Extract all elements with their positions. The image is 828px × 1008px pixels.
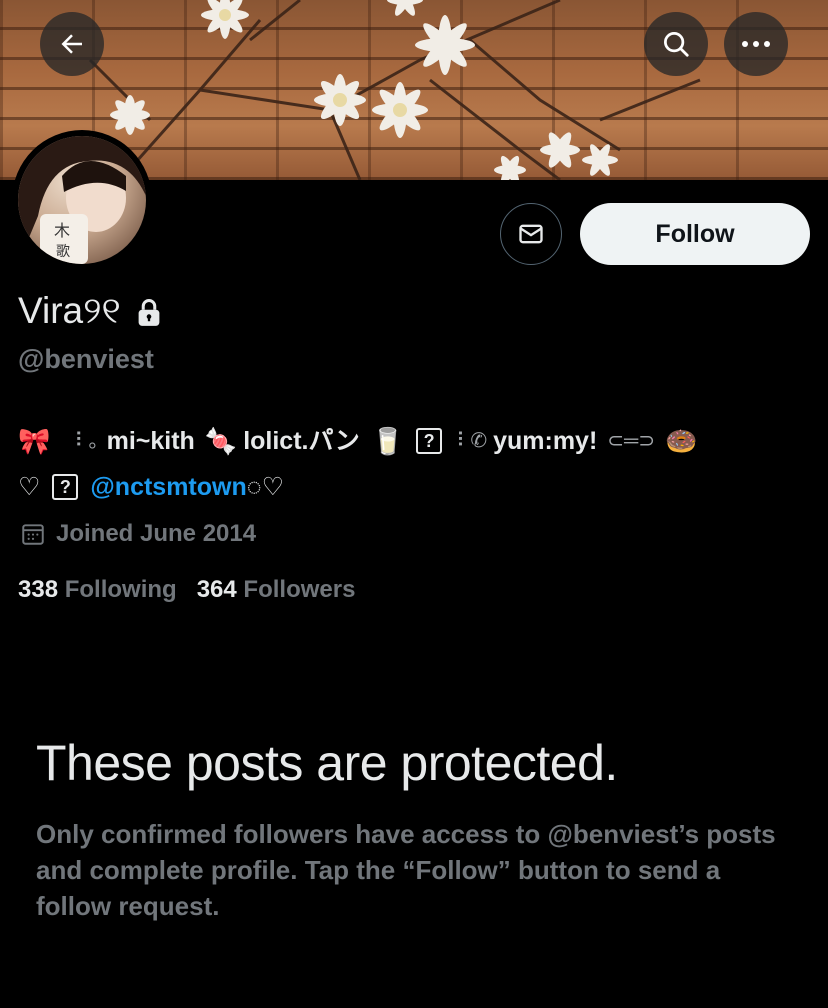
bio-text: mi~kith [106, 427, 195, 455]
donut-emoji: 🍩 [664, 426, 698, 456]
mention-link[interactable]: @nctsmtown [90, 464, 246, 510]
followers-stat[interactable]: 364 Followers [197, 576, 356, 604]
bio-line-2: ♡ ? @nctsmtown ◌♡ [18, 464, 818, 510]
bio-tail: ◌♡ [246, 473, 285, 501]
unknown-glyph-box: ? [416, 428, 443, 454]
bio-text: yum:my! [493, 427, 598, 455]
lock-icon [135, 297, 163, 327]
back-button[interactable] [40, 12, 104, 76]
profile-bio: 🎀 ⠸ ｡ mi~kith 🍬 lolict.パン 🥛 ? ⠸ ✆ yum:my… [18, 418, 818, 510]
svg-text:歌: 歌 [56, 244, 70, 260]
following-label: Following [64, 576, 177, 603]
profile-handle: @benviest [18, 344, 154, 374]
more-options-button[interactable] [724, 12, 788, 76]
search-icon [664, 32, 689, 57]
followers-count: 364 [196, 576, 237, 603]
bio-line-1: 🎀 ⠸ ｡ mi~kith 🍬 lolict.パン 🥛 ? ⠸ ✆ yum:my… [18, 418, 818, 464]
arrow-left-icon [61, 34, 82, 54]
followers-label: Followers [243, 576, 356, 603]
avatar-image: 木 歌 [18, 136, 146, 264]
protected-description: Only confirmed followers have access to … [36, 819, 776, 921]
more-horizontal-icon [742, 41, 770, 47]
avatar[interactable]: 木 歌 [12, 130, 152, 270]
joined-date: Joined June 2014 [20, 520, 256, 548]
following-count: 338 [18, 576, 59, 603]
ribbon-emoji: 🎀 [18, 426, 51, 456]
calendar-icon [22, 524, 44, 545]
unknown-glyph-box: ? [52, 474, 79, 500]
bio-dots: ⠸ ｡ [68, 430, 99, 452]
message-button[interactable] [500, 203, 562, 265]
follow-button[interactable]: Follow [580, 203, 810, 265]
bio-dots: ⠸ ✆ [450, 430, 488, 452]
candy-emoji: 🍬 [204, 426, 238, 456]
joined-text: Joined June 2014 [56, 520, 257, 547]
profile-name-row: Vira୨୧ [18, 290, 163, 333]
svg-text:木: 木 [54, 221, 70, 240]
milk-emoji: 🥛 [371, 426, 405, 456]
search-button[interactable] [644, 12, 708, 76]
bio-text: lolict.パン [243, 427, 360, 455]
envelope-icon [519, 224, 543, 244]
heart-glyph: ♡ [18, 473, 41, 501]
follow-stats: 338 Following 364 Followers [18, 576, 375, 604]
following-stat[interactable]: 338 Following [18, 576, 177, 604]
protected-title: These posts are protected. [36, 735, 618, 791]
hairpin-emoji: ⊂═⊃ [607, 430, 655, 452]
display-name: Vira୨୧ [18, 290, 121, 331]
